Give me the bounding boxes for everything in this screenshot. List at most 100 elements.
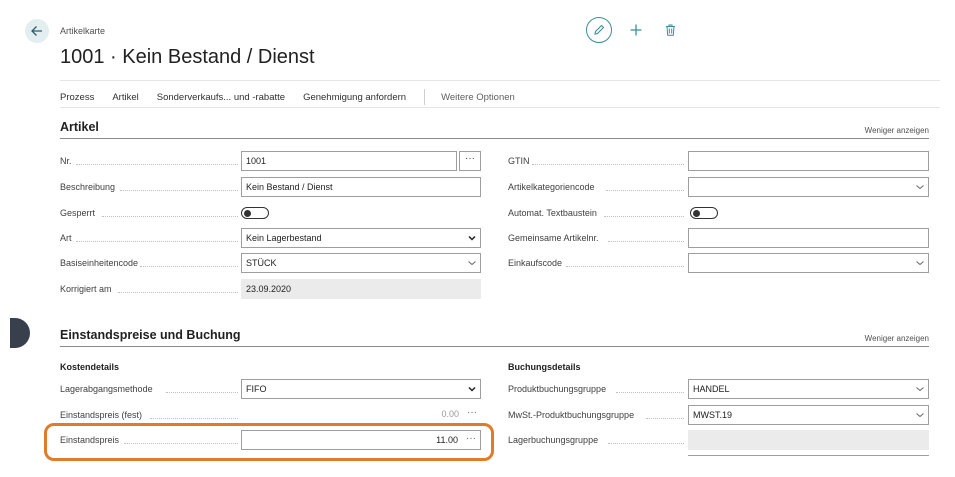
field-label: Nr.	[60, 156, 72, 166]
field-row-beschreibung: Beschreibung Kein Bestand / Dienst	[60, 177, 481, 197]
field-label: Artikelkategoriencode	[508, 182, 595, 192]
section-artikel-title[interactable]: Artikel	[60, 120, 99, 134]
korrigiert-value: 23.09.2020	[241, 279, 481, 299]
section-artikel-toggle[interactable]: Weniger anzeigen	[865, 126, 929, 135]
buchungsdetails-heading: Buchungsdetails	[508, 362, 581, 372]
page-title: 1001 · Kein Bestand / Dienst	[60, 46, 315, 68]
field-row-einstand-fest: Einstandspreis (fest) 0.00 ···	[60, 405, 481, 425]
field-row-lager: Lagerbuchungsgruppe	[508, 430, 929, 450]
action-separator	[424, 89, 426, 105]
art-select[interactable]: Kein Lagerbestand	[241, 228, 481, 248]
section-artikel-header: Artikel Weniger anzeigen	[60, 120, 929, 139]
field-label: GTIN	[508, 156, 530, 166]
field-row-produkt: Produktbuchungsgruppe HANDEL	[508, 379, 929, 399]
next-field-edge	[688, 455, 929, 456]
dot-leader	[616, 392, 684, 393]
dot-leader	[566, 266, 684, 267]
more-options-button[interactable]: Weitere Optionen	[441, 92, 515, 103]
chevron-down-icon	[916, 413, 924, 418]
textbaustein-toggle[interactable]	[690, 207, 718, 219]
dot-leader	[76, 241, 238, 242]
chevron-down-icon	[916, 387, 924, 392]
gemeinsame-input[interactable]	[688, 228, 929, 248]
field-label: Basiseinheitencode	[60, 258, 139, 268]
section-einstand-title[interactable]: Einstandspreise und Buchung	[60, 328, 241, 342]
nr-lookup-button[interactable]: ···	[459, 151, 481, 171]
kostendetails-heading: Kostendetails	[60, 362, 120, 372]
action-artikel[interactable]: Artikel	[112, 92, 138, 103]
action-bar: Prozess Artikel Sonderverkaufs... und -r…	[60, 89, 533, 105]
field-row-textbaustein: Automat. Textbaustein	[508, 203, 929, 223]
delete-button[interactable]	[660, 20, 680, 40]
dot-leader	[532, 164, 684, 165]
dot-leader	[608, 443, 684, 444]
lager-value	[688, 430, 929, 450]
dot-leader	[102, 216, 238, 217]
einkaufscode-select[interactable]	[688, 253, 929, 273]
basiseinheit-select[interactable]: STÜCK	[241, 253, 481, 273]
action-prozess[interactable]: Prozess	[60, 92, 94, 103]
field-row-art: Art Kein Lagerbestand	[60, 228, 481, 248]
field-row-korrigiert: Korrigiert am 23.09.2020	[60, 279, 481, 299]
dot-leader	[140, 266, 238, 267]
einstand-fest-text: 0.00	[441, 409, 459, 419]
field-label: Lagerbuchungsgruppe	[508, 435, 599, 445]
field-label: Korrigiert am	[60, 284, 112, 294]
dot-leader	[646, 418, 684, 419]
dot-leader	[118, 292, 238, 293]
action-sonderverkauf[interactable]: Sonderverkaufs... und -rabatte	[157, 92, 285, 103]
field-label: Gemeinsame Artikelnr.	[508, 233, 599, 243]
mwst-value: MWST.19	[693, 410, 733, 420]
gesperrt-toggle[interactable]	[241, 207, 269, 219]
lagerabgang-select[interactable]: FIFO	[241, 379, 481, 399]
field-row-mwst: MwSt.-Produktbuchungsgruppe MWST.19	[508, 405, 929, 425]
field-label: Beschreibung	[60, 182, 116, 192]
kategorie-select[interactable]	[688, 177, 929, 197]
dot-leader	[150, 418, 238, 419]
chevron-down-icon	[468, 386, 476, 392]
einstand-fest-lookup-button[interactable]: ···	[467, 407, 477, 418]
field-label: Einstandspreis (fest)	[60, 410, 143, 420]
edit-button[interactable]	[586, 17, 612, 43]
field-row-kategorie: Artikelkategoriencode	[508, 177, 929, 197]
pencil-icon	[594, 24, 605, 35]
art-value: Kein Lagerbestand	[246, 233, 322, 243]
dot-leader	[76, 164, 238, 165]
section-einstand-toggle[interactable]: Weniger anzeigen	[865, 334, 929, 343]
mwst-select[interactable]: MWST.19	[688, 405, 929, 425]
field-row-nr: Nr. 1001 ···	[60, 151, 481, 171]
back-button[interactable]	[25, 19, 49, 43]
field-row-gtin: GTIN	[508, 151, 929, 171]
chevron-down-icon	[916, 261, 924, 266]
dot-leader	[166, 392, 238, 393]
action-bar-divider	[60, 107, 940, 108]
beschreibung-input[interactable]: Kein Bestand / Dienst	[241, 177, 481, 197]
field-row-lagerabgang: Lagerabgangsmethode FIFO	[60, 379, 481, 399]
gtin-input[interactable]	[688, 151, 929, 171]
action-genehmigung[interactable]: Genehmigung anfordern	[303, 92, 406, 103]
produkt-value: HANDEL	[693, 384, 730, 394]
highlight-frame	[44, 423, 494, 461]
field-label: Art	[60, 233, 72, 243]
chevron-down-icon	[916, 185, 924, 190]
dot-leader	[608, 241, 684, 242]
produkt-select[interactable]: HANDEL	[688, 379, 929, 399]
top-actions	[586, 17, 680, 43]
field-label: Automat. Textbaustein	[508, 208, 597, 218]
field-row-gesperrt: Gesperrt	[60, 203, 480, 223]
plus-icon	[630, 24, 642, 36]
field-label: Produktbuchungsgruppe	[508, 384, 607, 394]
field-label: Lagerabgangsmethode	[60, 384, 153, 394]
new-button[interactable]	[626, 20, 646, 40]
breadcrumb: Artikelkarte	[60, 26, 106, 36]
nr-input[interactable]: 1001	[241, 151, 457, 171]
field-row-gemeinsame: Gemeinsame Artikelnr.	[508, 228, 929, 248]
side-panel-handle[interactable]	[10, 318, 30, 348]
dot-leader	[606, 190, 684, 191]
chevron-down-icon	[468, 261, 476, 266]
einstand-fest-value: 0.00 ···	[241, 405, 481, 425]
header-divider	[60, 80, 940, 81]
field-label: Einkaufscode	[508, 258, 563, 268]
trash-icon	[665, 24, 675, 36]
lagerabgang-value: FIFO	[246, 384, 267, 394]
